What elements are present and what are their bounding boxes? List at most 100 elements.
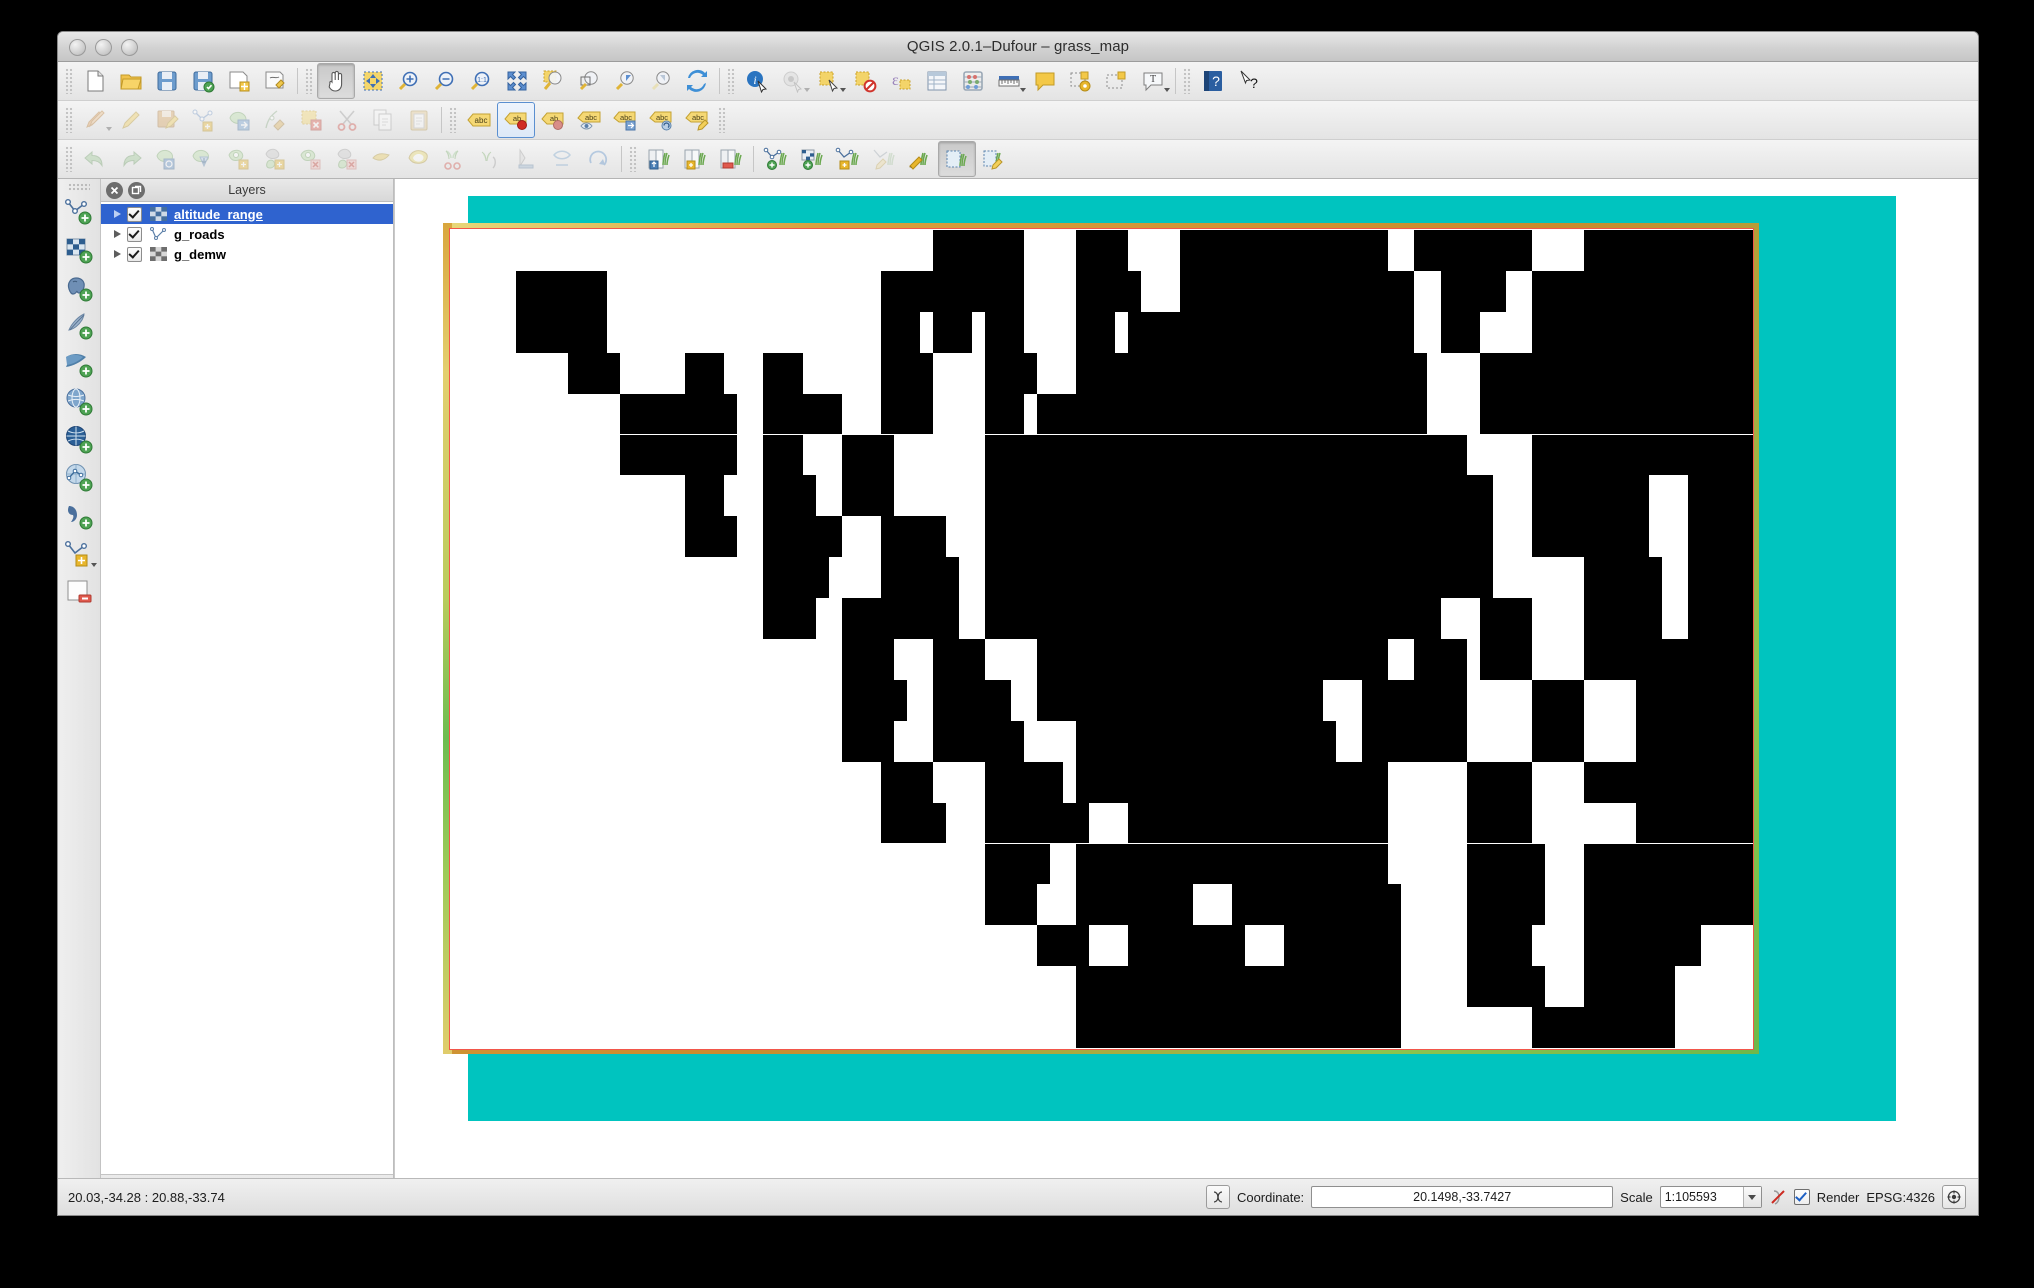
add-wms-layer-button[interactable] <box>60 421 98 459</box>
html-annotation-button[interactable]: T <box>1135 64 1171 98</box>
pan-map-button[interactable] <box>317 63 355 99</box>
simplify-feature-button[interactable] <box>185 142 221 176</box>
add-part-button[interactable] <box>257 142 293 176</box>
move-feature-button[interactable] <box>221 103 257 137</box>
toolbar-grip[interactable] <box>718 107 727 133</box>
expand-icon[interactable] <box>109 250 125 258</box>
help-contents-button[interactable]: ? <box>1195 64 1231 98</box>
grass-new-vector-button[interactable] <box>830 142 866 176</box>
delete-ring-button[interactable] <box>293 142 329 176</box>
add-vector-layer-button[interactable] <box>60 193 98 231</box>
toolbar-grip[interactable] <box>727 68 736 94</box>
toolbar-grip[interactable] <box>65 146 74 172</box>
highlight-labels-button[interactable]: abc <box>571 103 607 137</box>
open-project-button[interactable] <box>113 64 149 98</box>
add-ring-button[interactable] <box>221 142 257 176</box>
expand-icon[interactable] <box>109 210 125 218</box>
move-annotation-button[interactable] <box>1099 64 1135 98</box>
add-delimited-text-layer-button[interactable] <box>60 459 98 497</box>
new-project-button[interactable] <box>77 64 113 98</box>
show-hide-labels-button[interactable]: ab <box>535 103 571 137</box>
chevron-down-icon[interactable] <box>91 563 97 567</box>
toolbar-grip[interactable] <box>65 107 74 133</box>
render-checkbox[interactable] <box>1794 1189 1810 1205</box>
zoom-to-selection-button[interactable] <box>535 64 571 98</box>
chevron-down-icon[interactable] <box>1020 88 1026 92</box>
crs-status-icon[interactable] <box>1942 1185 1966 1209</box>
chevron-down-icon[interactable] <box>804 88 810 92</box>
redo-button[interactable] <box>113 142 149 176</box>
toolbar-grip[interactable] <box>68 183 90 191</box>
add-mssql-layer-button[interactable] <box>60 345 98 383</box>
toggle-extents-icon[interactable] <box>1206 1185 1230 1209</box>
offset-curve-button[interactable] <box>401 142 437 176</box>
grass-open-mapset-button[interactable] <box>641 142 677 176</box>
zoom-in-button[interactable] <box>391 64 427 98</box>
remove-layer-button[interactable] <box>60 573 98 611</box>
split-parts-button[interactable] <box>473 142 509 176</box>
chevron-down-icon[interactable] <box>840 88 846 92</box>
chevron-down-icon[interactable] <box>106 127 112 131</box>
new-print-composer-button[interactable] <box>221 64 257 98</box>
attribute-table-button[interactable] <box>919 64 955 98</box>
add-spatialite-layer-button[interactable] <box>60 307 98 345</box>
save-project-as-button[interactable] <box>185 64 221 98</box>
grass-tools-button[interactable] <box>902 142 938 176</box>
deselect-features-button[interactable] <box>847 64 883 98</box>
copy-features-button[interactable] <box>365 103 401 137</box>
grass-new-mapset-button[interactable] <box>677 142 713 176</box>
grass-edit-vector-button[interactable] <box>866 142 902 176</box>
layer-tree[interactable]: altitude_range g_roads <box>101 202 393 1174</box>
zoom-out-button[interactable] <box>427 64 463 98</box>
add-feature-button[interactable] <box>185 103 221 137</box>
delete-part-button[interactable] <box>329 142 365 176</box>
zoom-next-button[interactable] <box>643 64 679 98</box>
select-features-button[interactable] <box>811 64 847 98</box>
zoom-last-button[interactable] <box>607 64 643 98</box>
close-panel-icon[interactable] <box>106 182 123 199</box>
select-by-expression-button[interactable]: ε <box>883 64 919 98</box>
zoom-actual-size-button[interactable]: 1:1 <box>463 64 499 98</box>
undo-button[interactable] <box>77 142 113 176</box>
refresh-button[interactable] <box>679 64 715 98</box>
stop-render-icon[interactable] <box>1769 1188 1787 1206</box>
delete-selected-button[interactable] <box>293 103 329 137</box>
grass-display-region-button[interactable] <box>938 141 976 177</box>
grass-add-vector-button[interactable] <box>758 142 794 176</box>
identify-features-button[interactable]: i <box>739 64 775 98</box>
change-label-button[interactable]: abc <box>679 103 715 137</box>
toggle-editing-button[interactable] <box>113 103 149 137</box>
text-annotation-button[interactable] <box>1027 64 1063 98</box>
pan-to-selection-button[interactable] <box>355 64 391 98</box>
add-raster-layer-button[interactable] <box>60 231 98 269</box>
add-postgis-layer-button[interactable] <box>60 269 98 307</box>
toolbar-grip[interactable] <box>1183 68 1192 94</box>
zoom-to-layer-button[interactable] <box>571 64 607 98</box>
chevron-down-icon[interactable] <box>1743 1187 1761 1207</box>
measure-line-button[interactable] <box>991 64 1027 98</box>
layer-item-g-demw[interactable]: g_demw <box>101 244 393 264</box>
merge-features-button[interactable] <box>509 142 545 176</box>
cut-features-button[interactable] <box>329 103 365 137</box>
toolbar-grip[interactable] <box>305 68 314 94</box>
grass-add-raster-button[interactable] <box>794 142 830 176</box>
grass-close-mapset-button[interactable] <box>713 142 749 176</box>
node-tool-button[interactable] <box>257 103 293 137</box>
split-features-button[interactable] <box>437 142 473 176</box>
form-annotation-button[interactable] <box>1063 64 1099 98</box>
scale-combo[interactable]: 1:105593 <box>1660 1186 1762 1208</box>
add-wcs-layer-button[interactable] <box>60 383 98 421</box>
current-edits-button[interactable] <box>77 103 113 137</box>
coordinate-input[interactable]: 20.1498,-33.7427 <box>1311 1186 1613 1208</box>
layer-visibility-checkbox[interactable] <box>127 247 142 262</box>
grass-edit-region-button[interactable] <box>976 142 1012 176</box>
paste-features-button[interactable] <box>401 103 437 137</box>
new-shapefile-layer-button[interactable] <box>60 535 98 573</box>
undock-panel-icon[interactable] <box>128 182 145 199</box>
map-tips-button[interactable] <box>775 64 811 98</box>
pin-labels-button[interactable]: ab <box>497 102 535 138</box>
layer-visibility-checkbox[interactable] <box>127 227 142 242</box>
layer-visibility-checkbox[interactable] <box>127 207 142 222</box>
save-project-button[interactable] <box>149 64 185 98</box>
rotate-point-symbols-button[interactable] <box>581 142 617 176</box>
